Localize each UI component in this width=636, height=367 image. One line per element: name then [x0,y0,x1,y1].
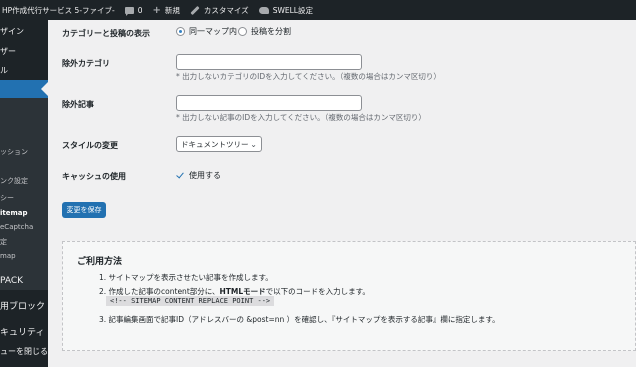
exclude-category-label: 除外カテゴリ [62,59,110,68]
radio-split-circle[interactable] [238,27,247,36]
style-select-value: ドキュメントツリー [181,139,249,149]
sidebar-sub-sitemap[interactable]: itemap [0,207,48,219]
sidebar-item-tools[interactable]: ル [0,65,48,77]
radio-split-label: 投稿を分割 [251,27,291,36]
sidebar-sub-recaptcha[interactable]: eCaptcha [0,221,48,233]
sidebar-sub-settings[interactable]: 定 [0,236,48,248]
sitemap-code-snippet: <!-- SITEMAP CONTENT REPLACE POINT --> [106,296,275,306]
sidebar-item-users[interactable]: ザー [0,46,48,58]
radio-single-circle[interactable] [176,27,185,36]
cache-checkbox-label: 使用する [189,171,221,180]
cache-label: キャッシュの使用 [62,172,126,181]
brush-icon [190,5,200,15]
exclude-post-label: 除外記事 [62,100,94,109]
usage-step-3: 3. 記事編集画面で記事ID（アドレスバーの &post=nn ）を確認し、『サ… [99,315,500,324]
swell-icon [258,6,269,14]
sidebar-item-blocks[interactable]: 用ブロック [0,301,48,313]
settings-content: カテゴリーと投稿の表示 同一マップ内 投稿を分割 除外カテゴリ * 出力しないカ… [48,20,636,367]
exclude-post-input[interactable] [176,95,362,111]
radio-single-map[interactable]: 同一マップ内 [176,26,237,37]
sidebar-item-design[interactable]: ザイン [0,26,48,38]
usage-step-2-pre: 2. 作成した記事のcontent部分に、 [99,287,220,296]
new-content-link[interactable]: + 新規 [148,0,185,20]
usage-step-2-post: で以下のコードを入力します。 [265,287,370,296]
chevron-down-icon: ⌄ [250,140,257,149]
swell-settings-link[interactable]: SWELL設定 [254,0,318,20]
save-button[interactable]: 変更を保存 [62,202,106,218]
exclude-post-desc: * 出力しない記事のIDを入力してください。（複数の場合はカンマ区切り） [176,113,426,122]
swell-label: SWELL設定 [272,5,313,15]
sidebar-sub-link-settings[interactable]: ンク設定 [0,175,48,187]
exclude-category-input[interactable] [176,54,362,70]
active-menu-arrow [41,82,48,96]
customize-label: カスタマイズ [203,5,249,15]
usage-panel: ご利用方法 1. サイトマップを表示させたい記事を作成します。 2. 作成した記… [62,241,636,351]
plus-icon: + [152,4,161,16]
customize-link[interactable]: カスタマイズ [185,0,254,20]
admin-sidebar: ザイン ザー ル ッション ンク設定 シー itemap eCaptcha 定 … [0,20,48,367]
style-select[interactable]: ドキュメントツリー ⌄ [176,136,262,152]
radio-split-posts[interactable]: 投稿を分割 [238,26,291,37]
sidebar-sub-map[interactable]: map [0,250,48,262]
display-label: カテゴリーと投稿の表示 [62,29,150,38]
sidebar-item-security[interactable]: キュリティ [0,327,48,339]
usage-step-2-bold: HTMLモード [219,287,266,296]
sidebar-collapse-menu[interactable]: ューを閉じる [0,346,48,358]
sidebar-sub-privacy[interactable]: シー [0,192,48,204]
cache-checkbox-wrap[interactable]: 使用する [176,170,221,181]
exclude-category-desc: * 出力しないカテゴリのIDを入力してください。（複数の場合はカンマ区切り） [176,72,441,81]
usage-step-1: 1. サイトマップを表示させたい記事を作成します。 [99,273,273,282]
usage-title: ご利用方法 [77,257,123,267]
cache-checkbox[interactable] [176,171,185,180]
sidebar-item-pack[interactable]: PACK [0,275,48,287]
site-name: HP作成代行サービス 5-ファイブ- [2,5,115,15]
comments-link[interactable]: 0 [120,0,148,20]
new-label: 新規 [164,5,180,15]
sidebar-sub-session[interactable]: ッション [0,146,48,158]
comments-count: 0 [137,5,143,15]
comment-icon [124,6,134,16]
site-name-link[interactable]: HP作成代行サービス 5-ファイブ- [0,0,120,20]
style-label: スタイルの変更 [62,141,118,150]
admin-bar: HP作成代行サービス 5-ファイブ- 0 + 新規 カスタマイズ SWELL設定 [0,0,636,20]
radio-single-label: 同一マップ内 [189,27,237,36]
